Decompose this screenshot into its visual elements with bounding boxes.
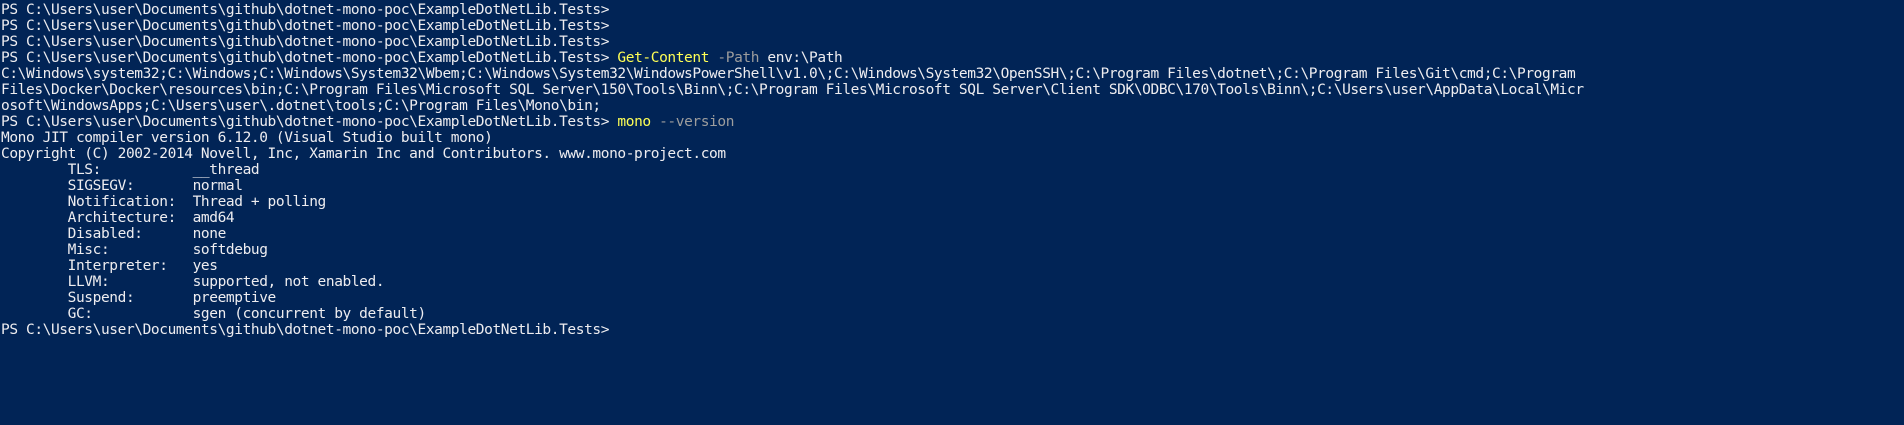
output-line: Disabled: none xyxy=(1,226,227,242)
prompt-line: PS C:\Users\user\Documents\github\dotnet… xyxy=(1,34,1904,50)
powershell-console[interactable]: PS C:\Users\user\Documents\github\dotnet… xyxy=(0,0,1904,425)
output-line: SIGSEGV: normal xyxy=(1,178,243,194)
output-line: Misc: softdebug xyxy=(1,242,268,258)
prompt-line-current[interactable]: PS C:\Users\user\Documents\github\dotnet… xyxy=(1,322,1904,338)
command-argument: env:\Path xyxy=(767,50,843,66)
output-line: Interpreter: yes xyxy=(1,258,218,274)
prompt-line: PS C:\Users\user\Documents\github\dotnet… xyxy=(1,2,1904,18)
output-line: Copyright (C) 2002-2014 Novell, Inc, Xam… xyxy=(1,146,726,162)
output-line: Files\Docker\Docker\resources\bin;C:\Pro… xyxy=(1,82,1584,98)
command-name: mono xyxy=(617,114,651,130)
command-name: Get-Content xyxy=(617,50,710,66)
command-parameter: --version xyxy=(659,114,735,130)
output-line: Suspend: preemptive xyxy=(1,290,277,306)
command-line-get-content: PS C:\Users\user\Documents\github\dotnet… xyxy=(1,50,1904,66)
prompt: PS C:\Users\user\Documents\github\dotnet… xyxy=(1,2,610,18)
command-line-mono-version: PS C:\Users\user\Documents\github\dotnet… xyxy=(1,114,1904,130)
prompt: PS C:\Users\user\Documents\github\dotnet… xyxy=(1,114,610,130)
output-line: LLVM: supported, not enabled. xyxy=(1,274,385,290)
command-parameter: -Path xyxy=(717,50,760,66)
output-line: C:\Windows\system32;C:\Windows;C:\Window… xyxy=(1,66,1576,82)
output-line: Notification: Thread + polling xyxy=(1,194,327,210)
prompt-line: PS C:\Users\user\Documents\github\dotnet… xyxy=(1,18,1904,34)
prompt: PS C:\Users\user\Documents\github\dotnet… xyxy=(1,322,610,338)
prompt: PS C:\Users\user\Documents\github\dotnet… xyxy=(1,18,610,34)
prompt: PS C:\Users\user\Documents\github\dotnet… xyxy=(1,50,610,66)
output-line: TLS: __thread xyxy=(1,162,260,178)
output-line: GC: sgen (concurrent by default) xyxy=(1,306,427,322)
prompt: PS C:\Users\user\Documents\github\dotnet… xyxy=(1,34,610,50)
output-line: Mono JIT compiler version 6.12.0 (Visual… xyxy=(1,130,493,146)
output-line: osoft\WindowsApps;C:\Users\user\.dotnet\… xyxy=(1,98,601,114)
output-line: Architecture: amd64 xyxy=(1,210,235,226)
